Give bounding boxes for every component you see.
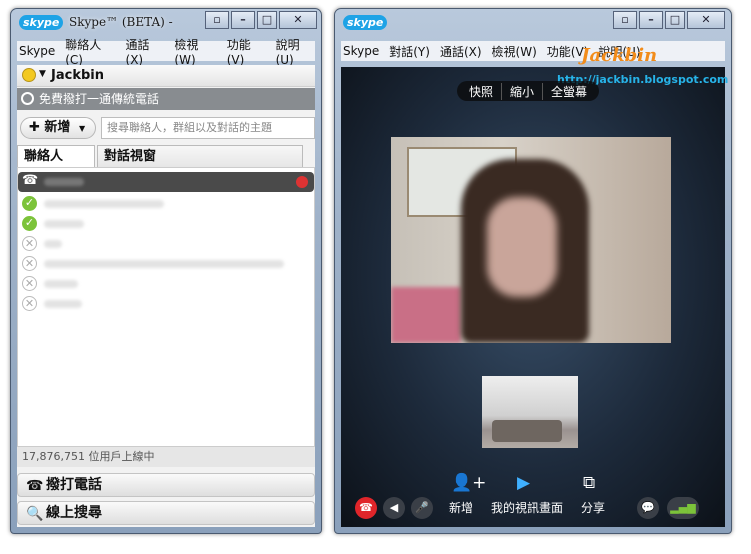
list-item[interactable]: ✓	[18, 214, 314, 234]
list-item[interactable]: ✓	[18, 194, 314, 214]
online-count: 17,876,751 位用戶上線中	[17, 447, 315, 467]
restore-button[interactable]: ▫	[613, 11, 637, 29]
menu-conversation[interactable]: 對話(Y)	[389, 43, 430, 60]
promo-banner[interactable]: 免費撥打一通傳統電話	[17, 88, 315, 110]
list-item	[44, 178, 84, 186]
list-item[interactable]: ☎	[18, 172, 314, 192]
phone-icon	[21, 92, 34, 105]
call-window: skype ▫ – □ ✕ Skype 對話(Y) 通話(X) 檢視(W) 功能…	[334, 8, 732, 534]
list-item	[44, 280, 78, 288]
signal-icon: ▂▄▆	[667, 497, 699, 519]
watermark-logo: Jackbin	[581, 45, 658, 66]
menu-contacts[interactable]: 聯絡人(C)	[65, 36, 115, 67]
skype-logo-icon: skype	[343, 15, 388, 30]
menu-tools[interactable]: 功能(V)	[227, 36, 266, 67]
close-button[interactable]: ✕	[687, 11, 725, 29]
chevron-down-icon: ▼	[78, 124, 86, 133]
list-item	[44, 220, 84, 228]
skype-logo-icon: skype	[19, 15, 64, 30]
add-label: 新增	[44, 120, 71, 135]
list-item	[44, 240, 62, 248]
my-video-label[interactable]: 我的視訊畫面	[491, 499, 563, 516]
restore-button[interactable]: ▫	[205, 11, 229, 29]
contact-list: ☎ ✓ ✓ ✕ ✕ ✕ ✕	[17, 167, 315, 447]
menu-help[interactable]: 說明(U)	[276, 36, 315, 67]
menu-view[interactable]: 檢視(W)	[174, 36, 216, 67]
status-icon[interactable]	[22, 68, 36, 82]
online-search-label: 線上搜尋	[46, 505, 102, 521]
menu-bar: Skype 對話(Y) 通話(X) 檢視(W) 功能(V) 說明(U)	[341, 41, 725, 61]
video-camera-icon[interactable]: ▶	[517, 473, 530, 493]
online-icon: ✓	[22, 196, 37, 211]
search-input[interactable]: 搜尋聯絡人，群組以及對話的主題	[101, 117, 315, 139]
contacts-window: skype Skype™ (BETA) - ▫ – □ ✕ Skype 聯絡人(…	[10, 8, 322, 534]
add-label[interactable]: 新增	[449, 499, 473, 516]
list-item[interactable]: ✕	[18, 254, 314, 274]
menu-skype[interactable]: Skype	[19, 44, 55, 58]
list-item	[44, 300, 82, 308]
fullscreen-button[interactable]: 全螢幕	[542, 82, 595, 100]
phone-icon: ☎	[22, 173, 39, 188]
list-item[interactable]: ✕	[18, 294, 314, 314]
phone-icon: ☎	[26, 478, 44, 494]
list-item	[44, 200, 164, 208]
remote-video	[391, 137, 671, 343]
call-button[interactable]: ☎ 撥打電話	[17, 473, 315, 497]
offline-icon: ✕	[22, 236, 37, 251]
chat-icon[interactable]: 💬	[637, 497, 659, 519]
online-icon: ✓	[22, 216, 37, 231]
search-icon: 🔍	[26, 506, 44, 522]
offline-icon: ✕	[22, 296, 37, 311]
video-figure	[391, 287, 461, 343]
add-person-icon[interactable]: 👤+	[451, 473, 486, 493]
tab-conversations[interactable]: 對話視窗	[97, 145, 303, 167]
maximize-button[interactable]: □	[257, 11, 277, 29]
share-label[interactable]: 分享	[581, 499, 605, 516]
video-figure	[492, 420, 562, 442]
promo-text: 免費撥打一通傳統電話	[39, 92, 160, 106]
menu-bar: Skype 聯絡人(C) 通話(X) 檢視(W) 功能(V) 說明(U)	[17, 38, 315, 67]
user-status-bar[interactable]: ▼ Jackbin	[17, 65, 315, 87]
share-icon[interactable]: ⧉	[583, 473, 595, 493]
offline-icon: ✕	[22, 256, 37, 271]
online-search-button[interactable]: 🔍 線上搜尋	[17, 501, 315, 525]
contacts-panel: ▼ Jackbin 免費撥打一通傳統電話 ✚ 新增 ▼ 搜尋聯絡人，群組以及對話…	[17, 65, 315, 527]
hangup-icon[interactable]: ☎	[355, 497, 377, 519]
add-contact-button[interactable]: ✚ 新增 ▼	[20, 117, 96, 139]
mute-icon[interactable]: 🎤	[411, 497, 433, 519]
list-item[interactable]: ✕	[18, 274, 314, 294]
video-background: http://jackbin.blogspot.com 快照 縮小 全螢幕 ☎ …	[341, 67, 728, 527]
minimize-button[interactable]: –	[639, 11, 663, 29]
menu-skype[interactable]: Skype	[343, 44, 379, 58]
close-button[interactable]: ✕	[279, 11, 317, 29]
list-item[interactable]: ✕	[18, 234, 314, 254]
menu-call[interactable]: 通話(X)	[126, 36, 165, 67]
call-controls: ☎ ◀ 🎤 👤+ 新增 ▶ 我的視訊畫面 ⧉ 分享 💬 ▂▄▆	[341, 467, 725, 527]
zoom-toolbar: 快照 縮小 全螢幕	[457, 81, 600, 101]
self-video-preview[interactable]	[482, 376, 578, 448]
video-figure	[487, 197, 557, 297]
add-icon: ✚	[29, 120, 45, 135]
status-badge	[296, 176, 308, 188]
zoom-out-button[interactable]: 縮小	[501, 82, 542, 100]
maximize-button[interactable]: □	[665, 11, 685, 29]
list-item	[44, 260, 284, 268]
menu-view[interactable]: 檢視(W)	[492, 43, 537, 60]
title-bar: skype ▫ – □ ✕	[335, 9, 731, 39]
video-area: http://jackbin.blogspot.com 快照 縮小 全螢幕 ☎ …	[341, 67, 728, 527]
minimize-button[interactable]: –	[231, 11, 255, 29]
call-label: 撥打電話	[46, 477, 102, 493]
chevron-down-icon[interactable]: ▼	[39, 69, 46, 79]
user-name: Jackbin	[51, 68, 104, 83]
snapshot-button[interactable]: 快照	[461, 83, 501, 100]
title-bar: skype Skype™ (BETA) - ▫ – □ ✕	[11, 9, 321, 39]
tab-contacts[interactable]: 聯絡人	[17, 145, 95, 167]
window-title: Skype™ (BETA) -	[69, 15, 173, 29]
menu-call[interactable]: 通話(X)	[440, 43, 482, 60]
offline-icon: ✕	[22, 276, 37, 291]
speaker-icon[interactable]: ◀	[383, 497, 405, 519]
